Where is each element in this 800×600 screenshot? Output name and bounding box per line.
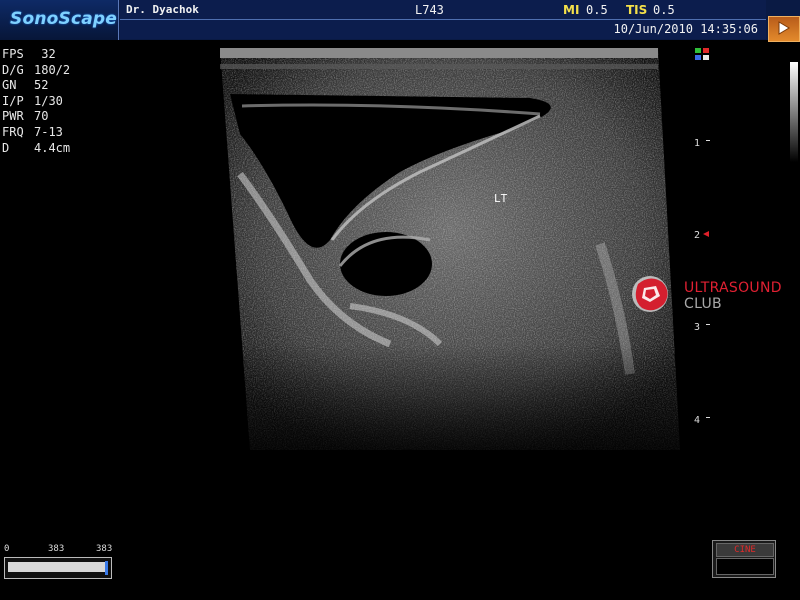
cine-end: 383 bbox=[96, 544, 113, 554]
exam-datetime: 10/Jun/2010 14:35:06 bbox=[613, 22, 759, 36]
tis-value: 0.5 bbox=[653, 3, 675, 17]
play-button[interactable] bbox=[768, 16, 800, 42]
watermark-line2: CLUB bbox=[684, 296, 722, 312]
play-icon bbox=[778, 21, 790, 35]
cine-track-fill bbox=[8, 562, 106, 572]
depth-tick-label: 2 bbox=[694, 230, 701, 241]
doctor-name: Dr. Dyachok bbox=[126, 3, 199, 16]
cine-thumb[interactable] bbox=[105, 561, 108, 575]
brand-logo-box: SonoScape bbox=[0, 0, 119, 40]
cine-display bbox=[716, 558, 774, 575]
depth-tick-mark bbox=[706, 417, 710, 418]
cine-label: CINE bbox=[716, 543, 774, 557]
cine-current: 383 bbox=[48, 544, 65, 554]
cine-track[interactable] bbox=[4, 557, 112, 579]
watermark-line1: ULTRASOUND bbox=[684, 280, 782, 296]
ultrasound-image[interactable] bbox=[180, 44, 700, 456]
header-info-row: Dr. Dyachok L743 MI 0.5 TIS 0.5 bbox=[120, 0, 766, 20]
ultrasound-club-logo bbox=[628, 272, 676, 322]
depth-tick-mark bbox=[706, 140, 710, 141]
probe-orientation-icon bbox=[694, 46, 712, 68]
depth-tick-label: 1 bbox=[694, 138, 701, 149]
depth-tick-label: 3 bbox=[694, 322, 701, 333]
depth-tick-mark bbox=[706, 324, 710, 325]
grayscale-bar bbox=[790, 62, 798, 162]
cine-slider[interactable]: 0 383 383 bbox=[4, 544, 112, 580]
mi-label: MI bbox=[563, 3, 580, 17]
header-date-row: 10/Jun/2010 14:35:06 bbox=[120, 20, 766, 39]
probe-model: L743 bbox=[415, 3, 444, 17]
focus-marker-icon[interactable] bbox=[703, 231, 709, 237]
tis-label: TIS bbox=[626, 3, 648, 17]
cine-start: 0 bbox=[4, 544, 10, 554]
header-bar: SonoScape Dr. Dyachok L743 MI 0.5 TIS 0.… bbox=[0, 0, 800, 42]
depth-tick-label: 4 bbox=[694, 415, 701, 426]
brand-logo: SonoScape bbox=[10, 9, 117, 29]
cine-indicator[interactable]: CINE bbox=[712, 540, 776, 578]
mi-value: 0.5 bbox=[586, 3, 608, 17]
image-annotation: LT bbox=[494, 192, 508, 205]
